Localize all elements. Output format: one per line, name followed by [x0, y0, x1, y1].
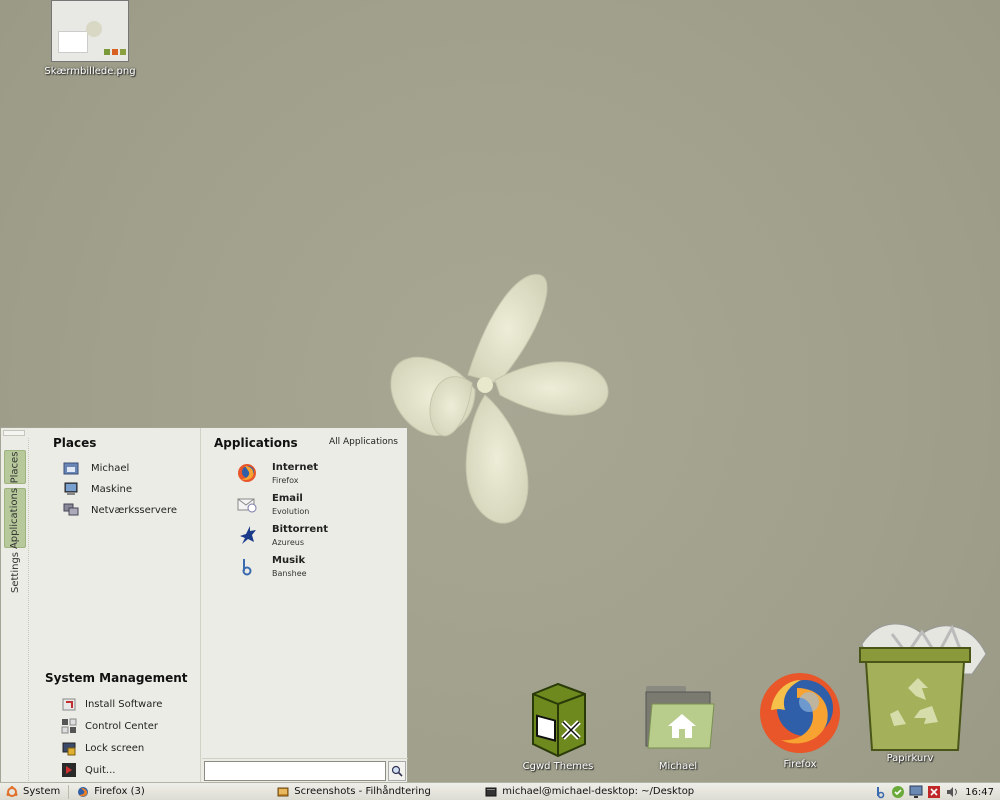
system-tray: 16:47	[873, 783, 1000, 800]
ubuntu-logo-icon	[6, 785, 18, 797]
task-file-manager[interactable]: Screenshots - Filhåndtering	[273, 784, 481, 800]
home-folder-icon	[63, 462, 79, 475]
desktop-icon-label: Skærmbillede.png	[44, 66, 136, 77]
place-netvaerksservere[interactable]: Netværksservere	[63, 501, 177, 519]
file-manager-icon	[277, 787, 289, 796]
lock-screen-button[interactable]: Lock screen	[61, 739, 144, 757]
app-title: Bittorrent	[272, 524, 329, 535]
task-label: michael@michael-desktop: ~/Desktop	[502, 786, 695, 797]
menu-tabs: Places Applications Settings	[1, 438, 29, 783]
install-software-icon	[62, 698, 76, 711]
music-icon	[242, 559, 252, 576]
app-title: Email	[272, 493, 303, 504]
install-software-label: Install Software	[85, 698, 163, 710]
system-management-title: System Management	[45, 671, 188, 685]
control-center-button[interactable]: Control Center	[61, 717, 158, 735]
applications-title: Applications	[214, 436, 298, 450]
task-terminal[interactable]: michael@michael-desktop: ~/Desktop	[481, 784, 701, 800]
search-input[interactable]	[204, 761, 386, 781]
taskbar-separator	[68, 784, 70, 799]
place-maskine[interactable]: Maskine	[63, 480, 132, 498]
task-label: Firefox (3)	[94, 786, 145, 797]
task-label: Screenshots - Filhåndtering	[294, 786, 431, 797]
places-title: Places	[53, 436, 97, 450]
app-title: Internet	[272, 462, 319, 473]
terminal-icon	[485, 787, 497, 796]
app-subtitle: Banshee	[272, 569, 307, 578]
menu-grip[interactable]	[3, 430, 25, 436]
all-applications-link[interactable]: All Applications	[329, 437, 398, 447]
app-bittorrent[interactable]: Bittorrent Azureus	[236, 524, 328, 552]
dock-item-papirkurv[interactable]: Papirkurv	[852, 614, 992, 764]
bittorrent-icon	[240, 526, 256, 544]
tab-settings[interactable]: Settings	[4, 550, 26, 594]
control-center-icon	[61, 718, 77, 734]
app-subtitle: Evolution	[272, 507, 310, 516]
dock-item-cgwd-themes[interactable]: Cgwd Themes	[510, 682, 606, 772]
network-tray-icon[interactable]	[909, 785, 923, 799]
update-tray-icon[interactable]	[891, 785, 905, 799]
search-button[interactable]	[388, 761, 406, 781]
app-title: Musik	[272, 555, 306, 566]
search-icon	[391, 765, 403, 777]
app-email[interactable]: Email Evolution	[236, 493, 309, 521]
place-label: Netværksservere	[91, 504, 177, 516]
firefox-icon	[238, 464, 256, 482]
app-subtitle: Firefox	[272, 476, 299, 485]
system-menu-button[interactable]: System	[0, 784, 64, 800]
applications-column: Applications All Applications Internet Fi…	[202, 428, 408, 758]
quit-label: Quit...	[85, 764, 116, 776]
dock-label: Michael	[658, 761, 698, 772]
trash-icon	[859, 623, 987, 751]
firefox-icon	[760, 673, 840, 753]
app-musik[interactable]: Musik Banshee	[236, 555, 307, 583]
main-menu: Places Applications Settings Places Mich…	[0, 427, 408, 783]
taskbar: System Firefox (3) Screenshots - Filhånd…	[0, 782, 1000, 800]
search-area	[202, 758, 408, 783]
firefox-icon	[78, 786, 89, 797]
tab-applications[interactable]: Applications	[4, 487, 26, 549]
app-subtitle: Azureus	[272, 538, 305, 547]
banshee-tray-icon[interactable]	[873, 785, 887, 799]
place-michael[interactable]: Michael	[63, 459, 129, 477]
quit-button[interactable]: Quit...	[61, 761, 115, 779]
lock-screen-icon	[62, 742, 76, 756]
computer-icon	[64, 482, 78, 495]
dock-item-michael[interactable]: Michael	[630, 678, 726, 772]
place-label: Michael	[91, 462, 130, 474]
image-file-icon	[51, 0, 129, 62]
quit-icon	[62, 763, 76, 777]
clock[interactable]: 16:47	[965, 787, 994, 798]
control-center-label: Control Center	[85, 720, 158, 732]
lock-screen-label: Lock screen	[85, 742, 145, 754]
place-label: Maskine	[91, 483, 133, 495]
places-column: Places Michael Maskine Netværksservere S…	[29, 428, 201, 783]
tab-places[interactable]: Places	[4, 450, 26, 484]
cgwd-themes-icon	[532, 682, 586, 758]
dock-label: Cgwd Themes	[522, 761, 594, 772]
task-firefox[interactable]: Firefox (3)	[73, 784, 273, 800]
flower-wallpaper	[390, 274, 609, 524]
app-internet[interactable]: Internet Firefox	[236, 462, 318, 490]
system-menu-label: System	[23, 786, 61, 797]
install-software-button[interactable]: Install Software	[61, 695, 162, 713]
home-folder-icon	[645, 686, 715, 749]
email-icon	[237, 498, 257, 513]
volume-tray-icon[interactable]	[945, 785, 959, 799]
desktop-icon-screenshot[interactable]: Skærmbillede.png	[44, 0, 136, 77]
network-icon	[63, 503, 79, 516]
alert-tray-icon[interactable]	[927, 785, 941, 799]
